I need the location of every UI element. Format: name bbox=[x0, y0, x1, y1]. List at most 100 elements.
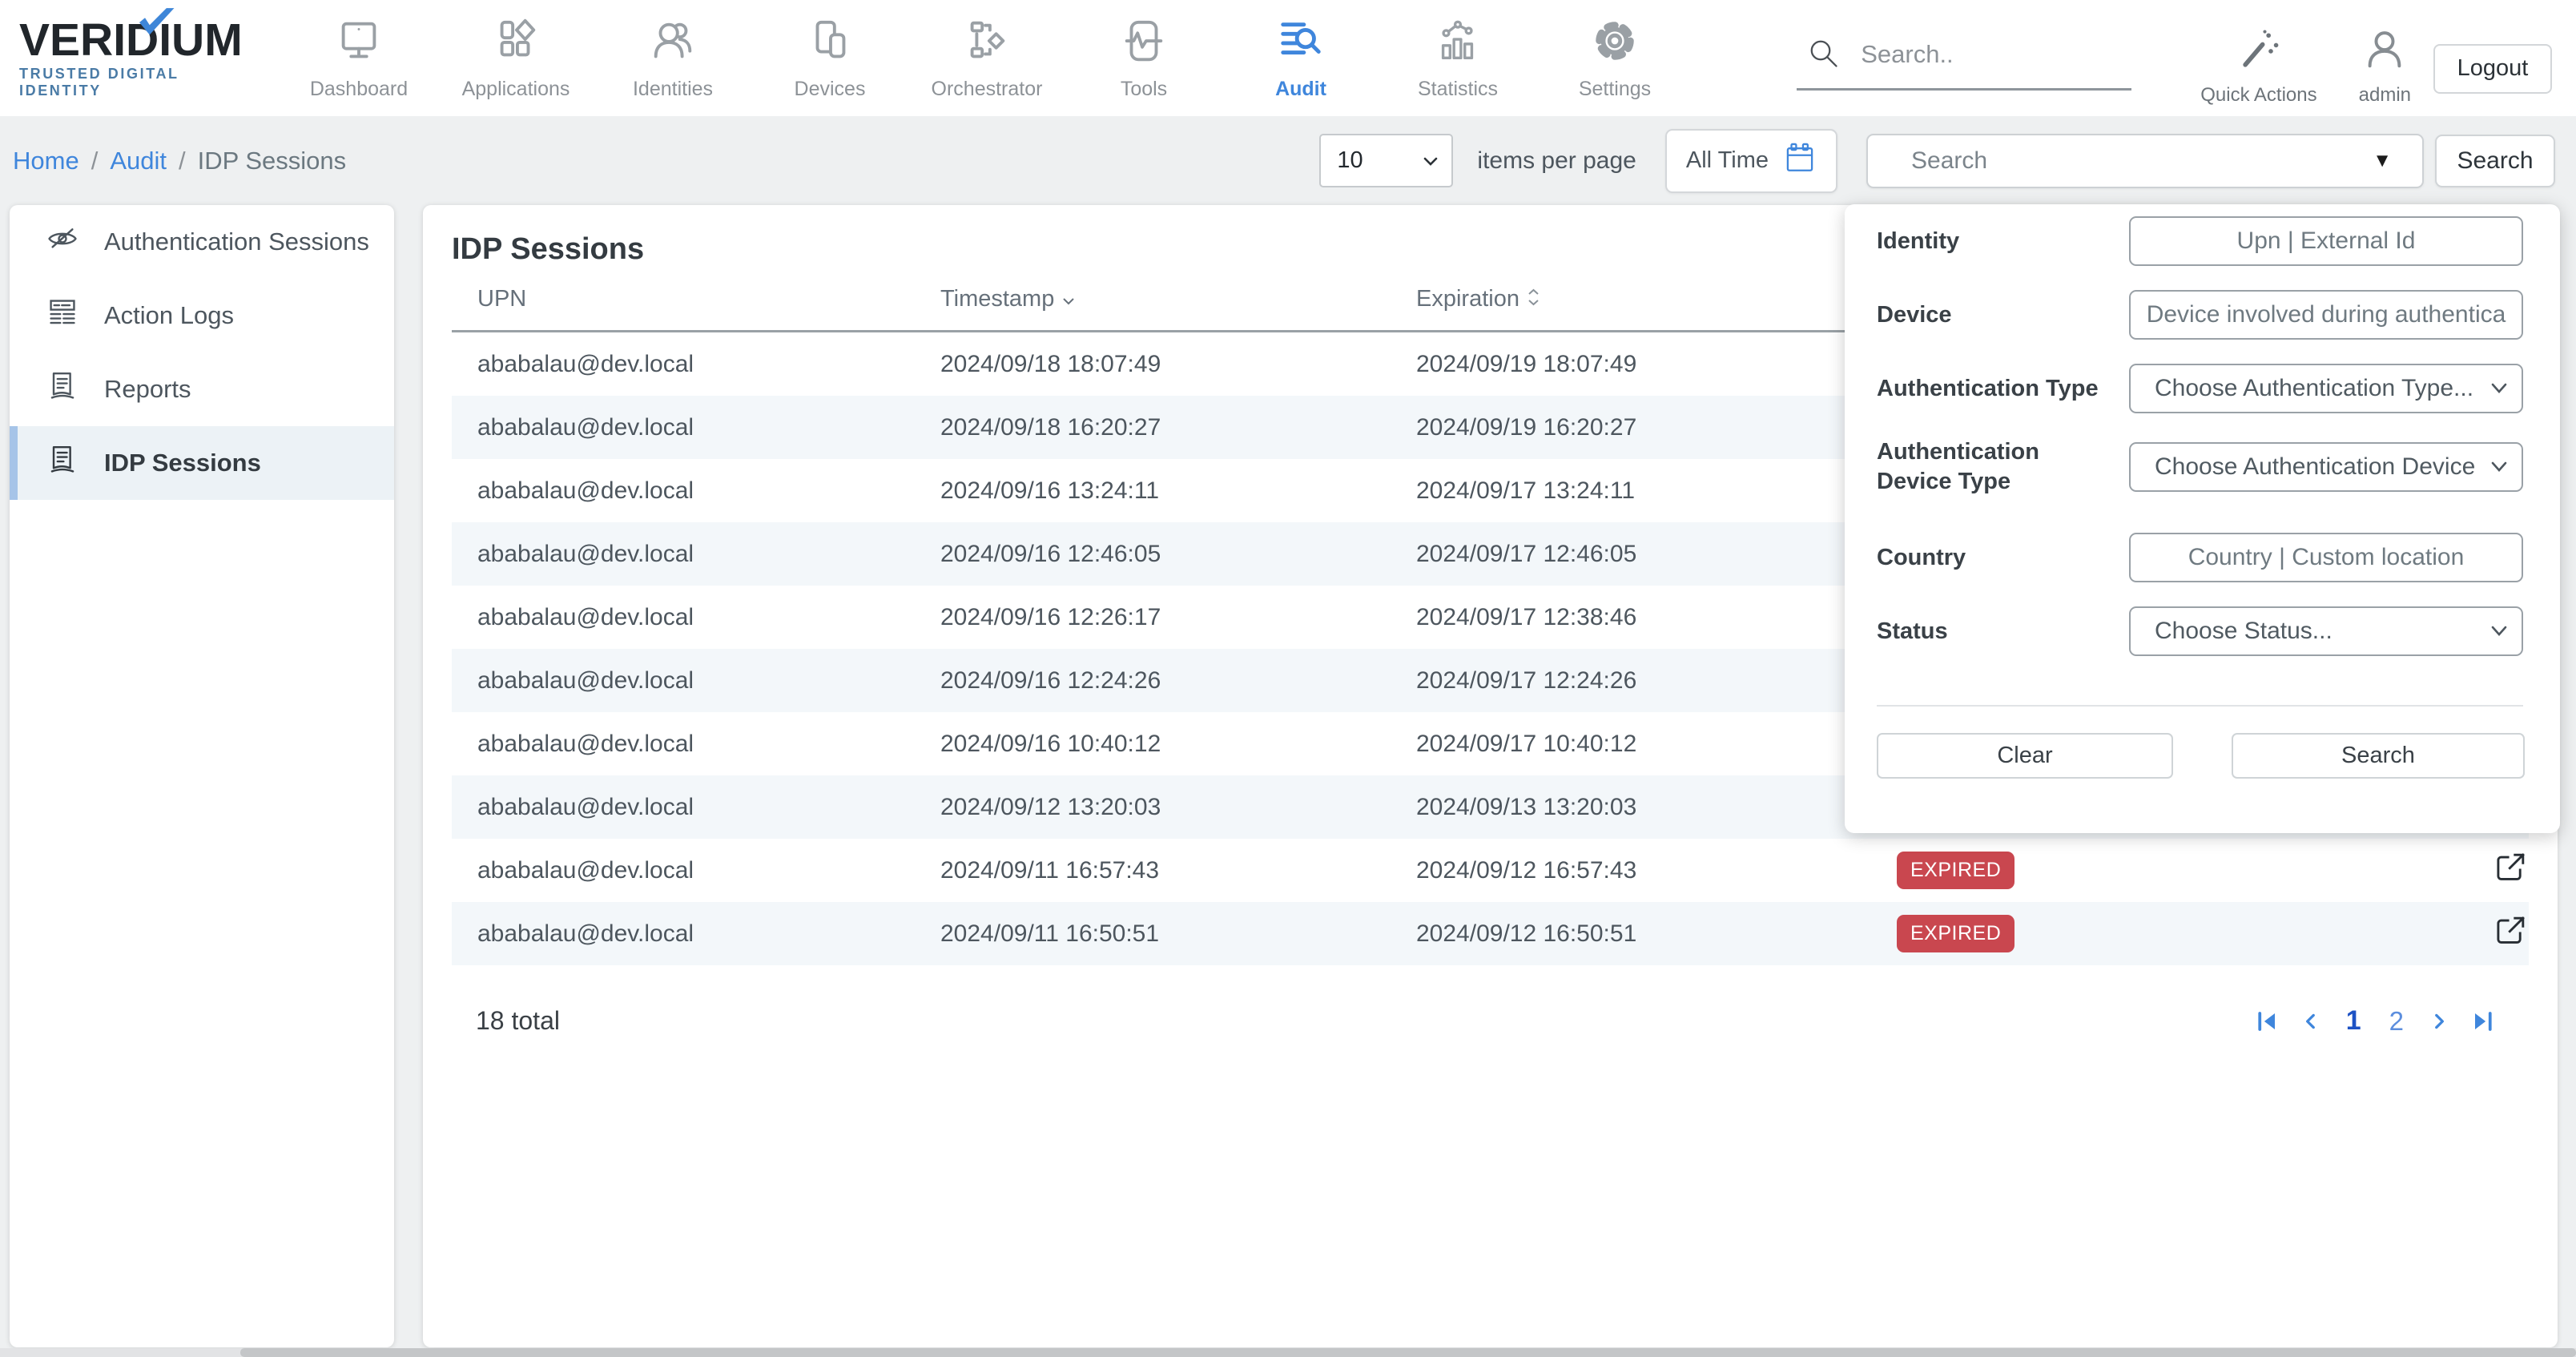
expiration-cell: 2024/09/17 13:24:11 bbox=[1416, 459, 1897, 522]
logout-button[interactable]: Logout bbox=[2433, 44, 2552, 94]
global-search-input[interactable] bbox=[1859, 39, 2087, 70]
timestamp-cell: 2024/09/11 16:50:51 bbox=[940, 902, 1416, 965]
expiration-cell: 2024/09/17 10:40:12 bbox=[1416, 712, 1897, 775]
filter-label: Authentication Device Type bbox=[1877, 437, 2129, 497]
first-page-icon[interactable] bbox=[2255, 1009, 2279, 1033]
timestamp-cell: 2024/09/18 16:20:27 bbox=[940, 396, 1416, 459]
time-filter-label: All Time bbox=[1686, 147, 1769, 174]
report-document-icon bbox=[45, 442, 80, 484]
upn-cell: ababalau@dev.local bbox=[452, 712, 940, 775]
previous-page-icon[interactable] bbox=[2300, 1009, 2321, 1033]
expiration-cell: 2024/09/12 16:57:43 bbox=[1416, 839, 1897, 902]
chevron-down-icon bbox=[2489, 382, 2509, 395]
sidebar-item-label: Reports bbox=[104, 375, 191, 404]
actions-cell bbox=[2449, 902, 2529, 965]
sidebar-item-action-logs[interactable]: Action Logs bbox=[10, 279, 394, 352]
quick-actions[interactable]: Quick Actions bbox=[2200, 25, 2316, 107]
column-header-expiration[interactable]: Expiration bbox=[1416, 273, 1897, 332]
filter-label: Authentication Type bbox=[1877, 374, 2129, 404]
authentication-device-type-select[interactable]: Choose Authentication Device bbox=[2129, 442, 2523, 492]
page-size-value: 10 bbox=[1337, 147, 1362, 174]
identities-icon bbox=[648, 55, 698, 69]
expiration-cell: 2024/09/17 12:46:05 bbox=[1416, 522, 1897, 586]
user-menu[interactable]: admin bbox=[2359, 25, 2411, 107]
nav-item-tools[interactable]: Tools bbox=[1065, 16, 1222, 101]
time-filter-button[interactable]: All Time bbox=[1665, 129, 1837, 193]
nav-item-identities[interactable]: Identities bbox=[594, 16, 751, 101]
nav-item-devices[interactable]: Devices bbox=[751, 16, 908, 101]
last-page-icon[interactable] bbox=[2471, 1009, 2495, 1033]
main-nav: Dashboard Applications Identities Device… bbox=[280, 16, 1693, 101]
calendar-icon bbox=[1783, 140, 1817, 182]
breadcrumb-audit-link[interactable]: Audit bbox=[110, 147, 167, 175]
nav-item-dashboard[interactable]: Dashboard bbox=[280, 16, 437, 101]
nav-item-audit[interactable]: Audit bbox=[1222, 16, 1379, 101]
breadcrumb-row: Home / Audit / IDP Sessions 10 items per… bbox=[0, 116, 2576, 205]
sidebar-item-reports[interactable]: Reports bbox=[10, 352, 394, 426]
total-count: 18 total bbox=[476, 1006, 560, 1036]
eye-slash-icon bbox=[45, 221, 80, 263]
status-select[interactable]: Choose Status... bbox=[2129, 606, 2523, 656]
sidebar-item-idp-sessions[interactable]: IDP Sessions bbox=[10, 426, 394, 500]
horizontal-scrollbar-thumb[interactable] bbox=[240, 1348, 2576, 1357]
user-label: admin bbox=[2359, 84, 2411, 107]
nav-item-applications[interactable]: Applications bbox=[437, 16, 594, 101]
column-header-upn: UPN bbox=[452, 273, 940, 332]
gear-icon bbox=[1590, 55, 1640, 69]
expiration-cell: 2024/09/19 16:20:27 bbox=[1416, 396, 1897, 459]
sidebar-item-authentication-sessions[interactable]: Authentication Sessions bbox=[10, 205, 394, 279]
filter-label: Device bbox=[1877, 300, 2129, 330]
nav-item-orchestrator[interactable]: Orchestrator bbox=[908, 16, 1065, 101]
tools-icon bbox=[1119, 55, 1169, 69]
open-session-icon[interactable] bbox=[2492, 912, 2529, 949]
table-search-combobox[interactable]: ▼ bbox=[1866, 134, 2424, 188]
breadcrumb-separator: / bbox=[91, 147, 99, 175]
next-page-icon[interactable] bbox=[2429, 1009, 2449, 1033]
timestamp-cell: 2024/09/11 16:57:43 bbox=[940, 839, 1416, 902]
report-document-icon bbox=[45, 368, 80, 410]
table-search-button[interactable]: Search bbox=[2435, 135, 2555, 187]
action-logs-icon bbox=[45, 295, 80, 336]
magic-wand-icon bbox=[2200, 25, 2316, 74]
expiration-cell: 2024/09/17 12:38:46 bbox=[1416, 586, 1897, 649]
filter-row-status: Status Choose Status... bbox=[1877, 606, 2523, 656]
identity-input[interactable] bbox=[2129, 216, 2523, 266]
panel-divider bbox=[1877, 705, 2523, 707]
top-header: VERIDIUM TRUSTED DIGITAL IDENTITY Dashbo… bbox=[0, 0, 2576, 116]
logo-checkmark-icon bbox=[139, 8, 176, 41]
applications-icon bbox=[491, 55, 541, 69]
device-input[interactable] bbox=[2129, 290, 2523, 340]
nav-item-settings[interactable]: Settings bbox=[1536, 16, 1693, 101]
upn-cell: ababalau@dev.local bbox=[452, 396, 940, 459]
upn-cell: ababalau@dev.local bbox=[452, 332, 940, 397]
dropdown-caret-icon[interactable]: ▼ bbox=[2373, 150, 2392, 172]
table-row: ababalau@dev.local 2024/09/11 16:50:51 2… bbox=[452, 902, 2529, 965]
sidebar-item-label: Authentication Sessions bbox=[104, 228, 369, 256]
page-size-select[interactable]: 10 bbox=[1319, 134, 1453, 187]
open-session-icon[interactable] bbox=[2492, 849, 2529, 886]
chevron-down-icon bbox=[2489, 461, 2509, 473]
audit-sidebar: Authentication Sessions Action Logs Repo… bbox=[10, 205, 394, 1347]
status-cell: EXPIRED bbox=[1897, 839, 2449, 902]
authentication-type-select[interactable]: Choose Authentication Type... bbox=[2129, 364, 2523, 413]
panel-search-button[interactable]: Search bbox=[2232, 733, 2525, 779]
breadcrumb-home-link[interactable]: Home bbox=[13, 147, 79, 175]
sort-desc-icon[interactable] bbox=[1062, 286, 1075, 312]
page-number[interactable]: 1 bbox=[2343, 1005, 2365, 1037]
expiration-cell: 2024/09/12 16:50:51 bbox=[1416, 902, 1897, 965]
table-search-input[interactable] bbox=[1910, 147, 2345, 175]
sort-both-icon[interactable] bbox=[1527, 286, 1540, 312]
panel-actions: Clear Search bbox=[1877, 733, 2525, 779]
page-number[interactable]: 2 bbox=[2386, 1006, 2407, 1037]
country-input[interactable] bbox=[2129, 533, 2523, 582]
clear-button[interactable]: Clear bbox=[1877, 733, 2173, 779]
table-footer: 18 total 12 bbox=[452, 1005, 2529, 1037]
timestamp-cell: 2024/09/16 10:40:12 bbox=[940, 712, 1416, 775]
sidebar-item-label: Action Logs bbox=[104, 301, 234, 330]
audit-search-icon bbox=[1276, 55, 1326, 69]
global-search[interactable] bbox=[1797, 15, 2131, 91]
breadcrumb: Home / Audit / IDP Sessions bbox=[13, 147, 346, 175]
column-header-timestamp[interactable]: Timestamp bbox=[940, 273, 1416, 332]
nav-item-statistics[interactable]: Statistics bbox=[1379, 16, 1536, 101]
filter-row-authentication-type: Authentication Type Choose Authenticatio… bbox=[1877, 364, 2523, 413]
